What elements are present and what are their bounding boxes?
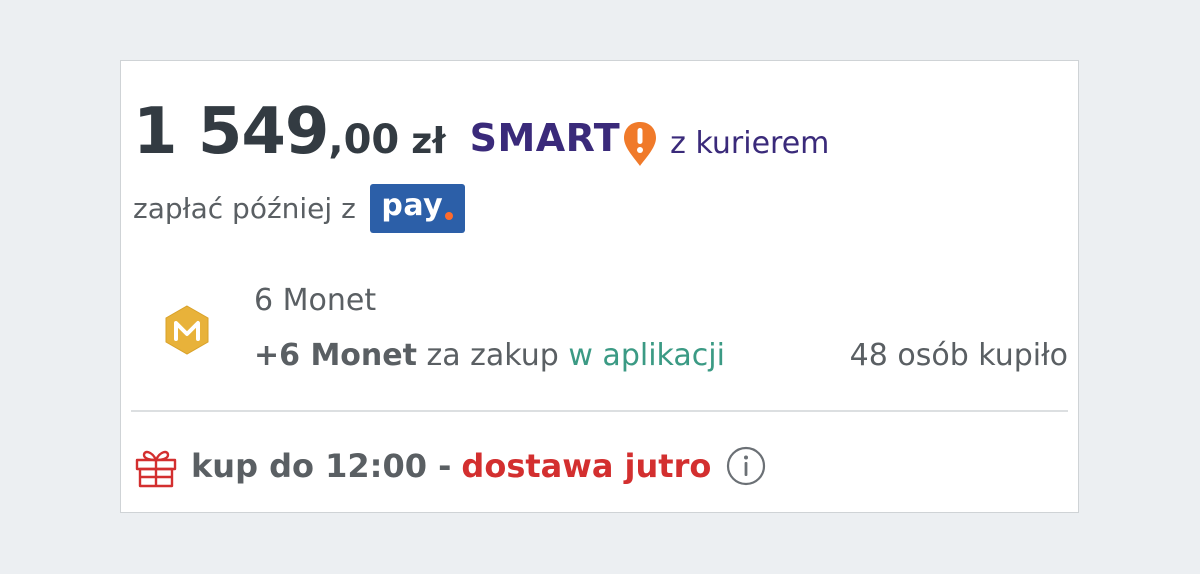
smart-courier-label: z kurierem: [670, 126, 830, 161]
info-icon[interactable]: [725, 445, 767, 487]
pay-logo-text: pay: [381, 187, 444, 223]
gift-icon: [135, 450, 177, 488]
monety-app-link[interactable]: w aplikacji: [568, 338, 725, 373]
price-integer: 1 549: [133, 95, 329, 169]
monety-bonus-amount: +6 Monet: [254, 338, 417, 373]
buyers-count: 48 osób kupiło: [849, 338, 1068, 373]
pay-later-text: zapłać później z: [133, 191, 356, 225]
delivery-row: kup do 12:00 - dostawa jutro: [133, 441, 767, 491]
pay-logo-dot: [445, 212, 454, 220]
price-row: 1 549 ,00 zł SMART z kurierem: [133, 95, 829, 175]
allegro-pay-logo[interactable]: pay: [369, 183, 465, 233]
monety-bonus-line: +6 Monet za zakup w aplikacji: [254, 338, 725, 373]
smart-brand: SMART: [469, 116, 621, 160]
monety-bonus-text: za zakup: [416, 338, 569, 373]
monety-title: 6 Monet: [254, 283, 377, 318]
delivery-deadline: kup do 12:00 -: [191, 447, 452, 485]
monety-coin-icon: [165, 305, 209, 355]
smart-exclamation-pin-icon: [624, 122, 657, 166]
pay-later-row: zapłać później z pay: [133, 183, 465, 233]
smart-badge[interactable]: SMART: [469, 114, 659, 166]
price-currency: zł: [411, 121, 446, 162]
delivery-tomorrow: dostawa jutro: [461, 447, 712, 485]
offer-card: 1 549 ,00 zł SMART z kurierem zapłać póź…: [120, 60, 1079, 513]
price-decimal: ,00: [328, 117, 400, 163]
divider: [131, 410, 1068, 412]
